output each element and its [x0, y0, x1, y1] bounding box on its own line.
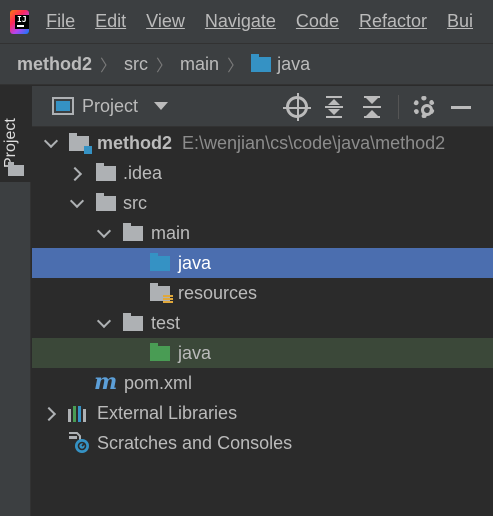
menu-view[interactable]: View: [146, 11, 185, 32]
menu-code[interactable]: Code: [296, 11, 339, 32]
menu-file[interactable]: File: [46, 11, 75, 32]
tree-node-label: .idea: [123, 162, 163, 183]
menu-refactor-label: Refactor: [358, 11, 427, 31]
breadcrumb-separator-icon: 〉: [227, 58, 244, 75]
breadcrumb-separator-icon: 〉: [100, 58, 117, 75]
left-tool-strip: Project: [0, 86, 31, 516]
tab-project-label: Project: [2, 118, 19, 168]
menu-code-label: Code: [295, 11, 339, 31]
tree-node-label: test: [151, 312, 181, 333]
chevron-down-icon[interactable]: [44, 136, 58, 150]
tree-node-label: main: [151, 222, 191, 243]
breadcrumb-main[interactable]: main: [180, 54, 219, 75]
tree-node-main-java[interactable]: java: [32, 248, 493, 278]
tree-node-label: External Libraries: [97, 402, 238, 423]
toolbar-divider: [398, 94, 399, 119]
tree-node-label: method2 E:\wenjian\cs\code\java\method2: [97, 133, 445, 154]
collapse-all-icon[interactable]: [360, 95, 384, 119]
locate-icon[interactable]: [283, 92, 311, 121]
tree-node-scratches[interactable]: Scratches and Consoles: [32, 428, 493, 458]
intellij-logo-icon: IJ: [10, 9, 30, 34]
tree-node-label: java: [178, 252, 212, 273]
menu-edit[interactable]: Edit: [95, 11, 126, 32]
library-icon: [68, 404, 90, 422]
folder-icon: [96, 163, 116, 181]
resources-folder-icon: [150, 283, 173, 304]
project-panel-header: Project: [32, 86, 493, 127]
tree-node-label: Scratches and Consoles: [97, 432, 293, 453]
gear-icon[interactable]: [413, 95, 435, 118]
breadcrumb-method2[interactable]: method2: [17, 54, 92, 75]
tree-node-idea[interactable]: .idea: [32, 158, 493, 188]
maven-icon: m: [94, 369, 118, 395]
tree-node-label: pom.xml: [124, 372, 193, 393]
folder-icon: [123, 223, 143, 241]
menu-refactor[interactable]: Refactor: [359, 11, 427, 32]
chevron-down-icon[interactable]: [97, 226, 111, 240]
folder-icon: [96, 193, 116, 211]
breadcrumb-separator-icon: 〉: [156, 58, 173, 75]
test-folder-icon: [150, 343, 170, 361]
module-folder-icon: [69, 133, 92, 154]
project-view-selector[interactable]: Project: [82, 96, 138, 117]
expand-all-icon[interactable]: [322, 95, 346, 119]
project-view-icon: [52, 97, 74, 115]
tree-node-label: src: [123, 192, 147, 213]
source-folder-icon: [251, 53, 272, 72]
folder-icon: [8, 162, 24, 176]
tree-node-label: java: [178, 342, 212, 363]
menu-edit-label: Edit: [95, 11, 127, 31]
source-folder-icon: [150, 253, 170, 271]
tab-project[interactable]: Project: [0, 86, 31, 182]
tree-node-method2[interactable]: method2 E:\wenjian\cs\code\java\method2: [32, 128, 493, 158]
menu-navigate[interactable]: Navigate: [205, 11, 276, 32]
tree-node-src[interactable]: src: [32, 188, 493, 218]
menu-build-label: Bui: [446, 11, 473, 31]
menu-navigate-label: Navigate: [204, 11, 276, 31]
tree-node-pom[interactable]: m pom.xml: [32, 368, 493, 398]
breadcrumb-src[interactable]: src: [124, 54, 148, 75]
breadcrumb: method2 〉 src 〉 main 〉 java: [0, 43, 493, 85]
module-name: method2: [97, 132, 173, 153]
menu-file-label: File: [46, 11, 76, 31]
folder-icon: [123, 313, 143, 331]
menu-view-label: View: [146, 11, 185, 31]
tree-node-test[interactable]: test: [32, 308, 493, 338]
chevron-down-icon[interactable]: [70, 196, 84, 210]
tree-node-external-libraries[interactable]: External Libraries: [32, 398, 493, 428]
chevron-right-icon[interactable]: [44, 406, 58, 420]
breadcrumb-java[interactable]: java: [277, 54, 310, 75]
menu-bar: IJ File Edit View Navigate Code Refactor…: [0, 0, 493, 43]
tree-node-label: resources: [178, 282, 258, 303]
chevron-down-icon[interactable]: [97, 316, 111, 330]
scratches-icon: [68, 432, 90, 454]
module-path: E:\wenjian\cs\code\java\method2: [182, 132, 446, 153]
chevron-right-icon[interactable]: [70, 166, 84, 180]
tree-node-test-java[interactable]: java: [32, 338, 493, 368]
menu-build[interactable]: Bui: [447, 11, 473, 32]
minimize-icon[interactable]: [449, 95, 473, 119]
tree-node-resources[interactable]: resources: [32, 278, 493, 308]
tree-node-main[interactable]: main: [32, 218, 493, 248]
chevron-down-icon[interactable]: [154, 102, 169, 110]
